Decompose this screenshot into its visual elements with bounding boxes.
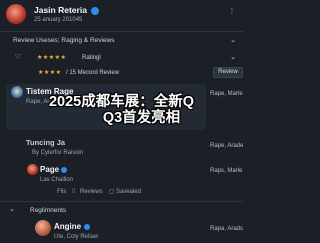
- action-reviews[interactable]: Reviews: [80, 189, 103, 195]
- more-icon[interactable]: ⋮: [228, 8, 236, 16]
- review-stars: ★★★★: [38, 70, 62, 76]
- profile-name: Jasin Reteria: [34, 5, 87, 15]
- action-files[interactable]: Flls: [57, 189, 66, 195]
- verified-badge-icon: [83, 223, 91, 231]
- entry-subtitle: Ute, Coly Rellaw: [54, 234, 99, 240]
- headline-line-1: 2025成都车展：全新Q: [48, 94, 195, 110]
- profile-date: 25 anuary 201045: [34, 17, 83, 23]
- card-title: Tuncing Ja: [26, 138, 66, 147]
- verified-badge-icon: [90, 6, 100, 16]
- rating-label: Ratingl: [82, 55, 101, 61]
- avatar[interactable]: [6, 4, 26, 24]
- chevron-down-icon[interactable]: ⌄: [8, 206, 16, 214]
- page-subtitle: Las Chaillon: [40, 177, 74, 183]
- review-count-label: / 15 Mecord Review: [66, 70, 120, 76]
- page-right-label: Raps, Marle: [210, 168, 243, 174]
- card-subtitle: By Cylerfor Raision: [32, 150, 84, 156]
- divider: [0, 201, 243, 202]
- section-title: Review Useses; Raging & Reviews: [13, 37, 115, 44]
- rating-stars: ★★★★★: [37, 55, 67, 61]
- reviews-icon: ⁞⁞: [72, 189, 76, 195]
- headline-line-2: Q3首发亮相: [102, 110, 181, 127]
- avatar[interactable]: [27, 164, 38, 175]
- verified-badge-icon: [60, 166, 68, 174]
- chevron-down-icon[interactable]: ⌄: [229, 37, 237, 45]
- page-name: Page: [40, 165, 60, 174]
- save-icon: ◻: [109, 189, 114, 195]
- review-button[interactable]: Review: [213, 67, 243, 78]
- heart-icon[interactable]: ♡: [14, 54, 22, 62]
- chevron-down-icon[interactable]: ⌄: [229, 54, 237, 62]
- card-right-label: Rape, Arade: [210, 143, 244, 149]
- entry-right-label: Rapa, Arads: [210, 226, 244, 232]
- divider: [0, 31, 243, 32]
- avatar[interactable]: [35, 220, 51, 236]
- entry-name: Angine: [54, 222, 82, 231]
- action-saved[interactable]: Savealed: [116, 189, 141, 195]
- headline-overlay: 2025成都车展：全新Q Q3首发亮相: [0, 94, 243, 126]
- section-title: Reglimnents: [30, 207, 67, 214]
